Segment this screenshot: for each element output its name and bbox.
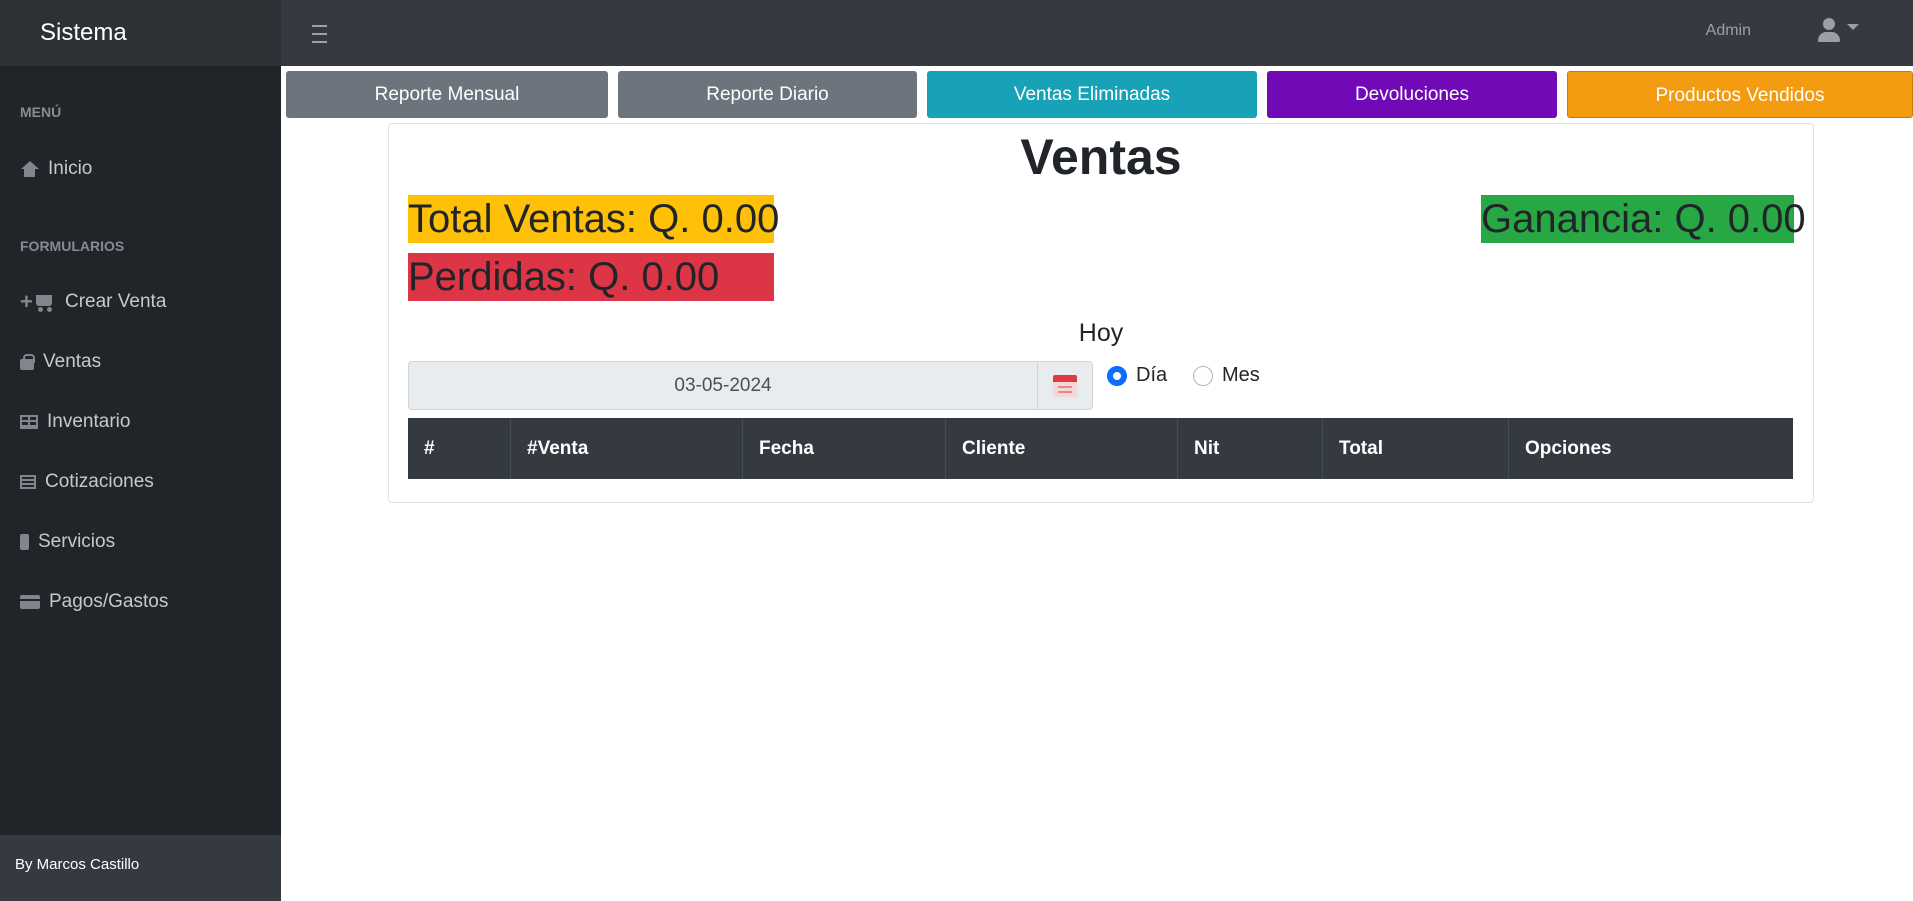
sidebar-item-pagos-gastos[interactable]: Pagos/Gastos bbox=[20, 587, 168, 617]
perdidas-badge: Perdidas: Q. 0.00 bbox=[408, 253, 774, 301]
radio-dia-label: Día bbox=[1136, 364, 1168, 386]
column-header-opciones: Opciones bbox=[1525, 438, 1612, 459]
ventas-table-header: # #Venta Fecha Cliente Nit Total Opcione… bbox=[408, 418, 1793, 479]
productos-vendidos-button[interactable]: Productos Vendidos bbox=[1567, 71, 1913, 118]
sidebar-heading-menu: MENÚ bbox=[20, 104, 62, 120]
credit-card-icon bbox=[20, 595, 40, 609]
reporte-diario-button[interactable]: Reporte Diario bbox=[618, 71, 917, 118]
sidebar-item-label: Crear Venta bbox=[65, 291, 167, 312]
ventas-card: Ventas Total Ventas: Q. 0.00 Ganancia: Q… bbox=[388, 123, 1814, 503]
sidebar-item-label: Ventas bbox=[43, 351, 102, 372]
column-header-nit: Nit bbox=[1178, 418, 1323, 479]
shopping-bag-icon bbox=[20, 354, 35, 370]
sidebar-footer: By Marcos Castillo bbox=[0, 835, 281, 901]
radio-mes[interactable]: Mes bbox=[1193, 364, 1260, 387]
cart-plus-icon: + bbox=[20, 291, 56, 313]
caret-down-icon bbox=[1847, 24, 1859, 30]
sidebar-heading-formularios: FORMULARIOS bbox=[20, 238, 125, 254]
sidebar-item-label: Cotizaciones bbox=[45, 471, 154, 492]
sidebar-item-ventas[interactable]: Ventas bbox=[20, 347, 101, 377]
user-menu-button[interactable] bbox=[1815, 16, 1860, 46]
devoluciones-button[interactable]: Devoluciones bbox=[1267, 71, 1557, 118]
period-label: Hoy bbox=[1078, 319, 1124, 347]
ganancia-badge: Ganancia: Q. 0.00 bbox=[1481, 195, 1806, 243]
total-ventas-badge: Total Ventas: Q. 0.00 bbox=[408, 195, 780, 243]
sidebar-item-servicios[interactable]: Servicios bbox=[20, 527, 115, 557]
radio-dia-input[interactable] bbox=[1107, 365, 1127, 386]
sidebar-item-crear-venta[interactable]: + Crear Venta bbox=[20, 287, 166, 317]
sidebar-item-label: Inventario bbox=[47, 411, 131, 432]
sidebar-item-inicio[interactable]: Inicio bbox=[20, 154, 92, 184]
sidebar-item-cotizaciones[interactable]: Cotizaciones bbox=[20, 467, 154, 497]
radio-dia[interactable]: Día bbox=[1107, 364, 1167, 387]
home-icon bbox=[20, 161, 39, 177]
sidebar-item-label: Servicios bbox=[38, 531, 116, 552]
column-header-venta: #Venta bbox=[511, 418, 743, 479]
sidebar: MENÚ Inicio FORMULARIOS + Crear Venta Ve… bbox=[0, 66, 281, 901]
list-icon bbox=[20, 475, 36, 489]
date-picker: 03-05-2024 bbox=[408, 361, 1095, 410]
table-icon bbox=[20, 415, 38, 429]
calendar-icon bbox=[1053, 375, 1077, 397]
column-header-fecha: Fecha bbox=[743, 418, 946, 479]
column-header-cliente: Cliente bbox=[946, 418, 1178, 479]
sidebar-item-inventario[interactable]: Inventario bbox=[20, 407, 130, 437]
page-title: Ventas bbox=[1020, 129, 1182, 185]
menu-toggle-icon[interactable] bbox=[308, 18, 332, 48]
radio-mes-input[interactable] bbox=[1193, 365, 1213, 386]
column-header-total: Total bbox=[1323, 418, 1509, 479]
user-name: Admin bbox=[1705, 22, 1751, 39]
calendar-button[interactable] bbox=[1037, 361, 1093, 410]
column-header-number: # bbox=[408, 418, 511, 479]
sidebar-item-label: Inicio bbox=[48, 158, 93, 179]
radio-mes-label: Mes bbox=[1222, 364, 1260, 386]
date-input[interactable]: 03-05-2024 bbox=[408, 361, 1038, 410]
ventas-eliminadas-button[interactable]: Ventas Eliminadas bbox=[927, 71, 1257, 118]
user-icon bbox=[1823, 18, 1835, 30]
top-navbar: Sistema Admin bbox=[0, 0, 1913, 66]
mobile-icon bbox=[20, 534, 29, 550]
reporte-mensual-button[interactable]: Reporte Mensual bbox=[286, 71, 608, 118]
sidebar-item-label: Pagos/Gastos bbox=[49, 591, 169, 612]
brand-title[interactable]: Sistema bbox=[0, 0, 281, 66]
